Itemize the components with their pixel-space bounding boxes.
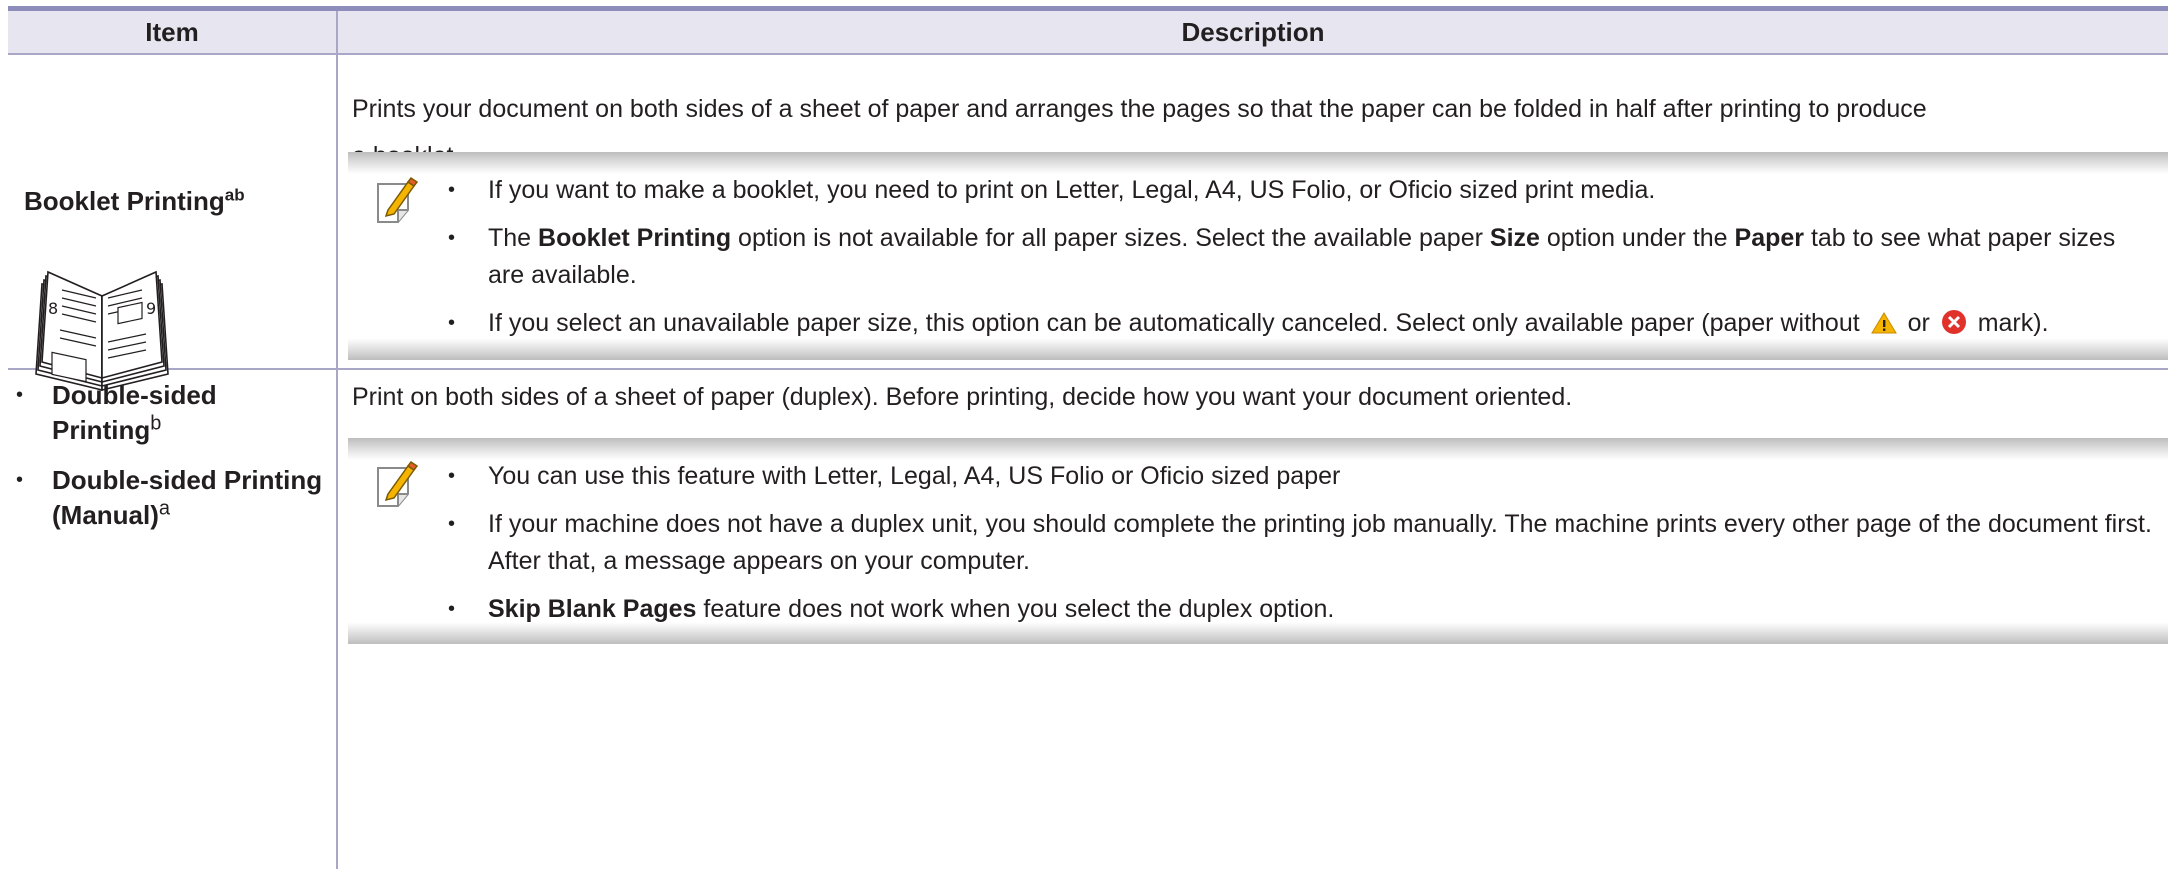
note-text: If your machine does not have a duplex u…	[488, 510, 2152, 575]
column-header-item: Item	[8, 11, 336, 53]
note-text: If you want to make a booklet, you need …	[488, 176, 1656, 204]
note-text: You can use this feature with Letter, Le…	[488, 462, 1341, 490]
error-icon	[1941, 310, 1966, 334]
note-text: or	[1900, 309, 1937, 337]
footnote-marker: b	[150, 412, 162, 435]
bullet: •	[448, 179, 456, 201]
note-text: mark).	[1970, 309, 2049, 337]
list-item: • You can use this feature with Letter, …	[448, 458, 2158, 495]
duplex-item-list: • Double-sided Printingb • Double-sided …	[16, 378, 332, 548]
bullet: •	[16, 469, 24, 491]
column-header-description: Description	[338, 11, 2168, 53]
svg-text:8: 8	[48, 299, 58, 318]
note-text: feature does not work when you select th…	[696, 595, 1335, 623]
bullet: •	[448, 465, 456, 487]
bullet: •	[448, 598, 456, 620]
note-pencil-icon	[377, 460, 419, 507]
note-pencil-icon	[377, 176, 419, 223]
footnote-marker: a	[158, 497, 171, 520]
note-top-shade	[348, 438, 2168, 460]
list-item: • If you want to make a booklet, you nee…	[448, 172, 2158, 209]
row-divider	[8, 368, 2168, 370]
note-text: If you select an unavailable paper size,…	[488, 309, 1867, 337]
list-item: • Skip Blank Pages feature does not work…	[448, 591, 2158, 628]
spec-table: Item Description Booklet Printingab 8 9 …	[8, 6, 2168, 869]
duplex-description: Print on both sides of a sheet of paper …	[352, 383, 1573, 411]
header-divider	[8, 53, 2168, 55]
bullet: •	[16, 384, 24, 406]
warning-icon	[1870, 312, 1897, 334]
item-double-sided-printing-manual: • Double-sided Printing (Manual)a	[16, 463, 332, 533]
note-text: The	[488, 224, 539, 252]
note-bold-text: Size	[1489, 224, 1540, 252]
bullet: •	[448, 227, 456, 249]
note-bold-text: Paper	[1734, 224, 1804, 252]
list-item: • If you select an unavailable paper siz…	[448, 305, 2158, 342]
column-divider	[336, 11, 338, 869]
bullet: •	[448, 513, 456, 535]
booklet-description-line1: Prints your document on both sides of a …	[352, 95, 1927, 123]
item-booklet-printing-label: Booklet Printing	[24, 186, 225, 216]
item-double-sided-printing: • Double-sided Printingb	[16, 378, 332, 448]
item-label: Double-sided Printing (Manual)	[52, 465, 323, 530]
booklet-note-list: • If you want to make a booklet, you nee…	[448, 172, 2158, 353]
booklet-note: • If you want to make a booklet, you nee…	[348, 152, 2168, 360]
note-top-shade	[348, 152, 2168, 174]
note-bold-text: Booklet Printing	[538, 224, 732, 252]
item-booklet-printing: Booklet Printingab	[24, 184, 245, 218]
bullet: •	[448, 312, 456, 334]
note-text: option under the	[1539, 224, 1735, 252]
duplex-note-list: • You can use this feature with Letter, …	[448, 458, 2158, 639]
footnote-marker: ab	[224, 185, 245, 205]
svg-text:9: 9	[146, 299, 156, 318]
duplex-note: • You can use this feature with Letter, …	[348, 438, 2168, 644]
item-label: Double-sided Printing	[52, 380, 217, 445]
note-text: option is not available for all paper si…	[731, 224, 1490, 252]
note-bold-text: Skip Blank Pages	[488, 595, 697, 623]
list-item: • The Booklet Printing option is not ava…	[448, 220, 2158, 294]
list-item: • If your machine does not have a duplex…	[448, 506, 2158, 580]
